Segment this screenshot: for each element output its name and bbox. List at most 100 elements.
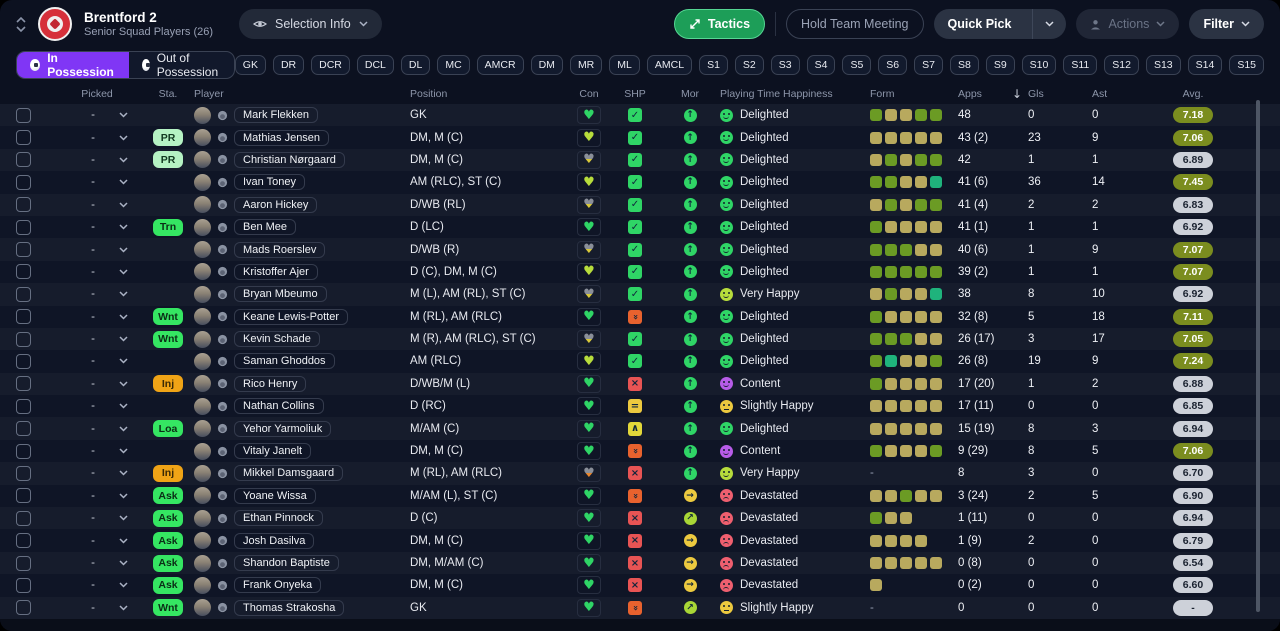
player-cell[interactable]: Josh Dasilva [194,532,410,550]
player-name[interactable]: Mathias Jensen [234,129,330,146]
position-tab-mc[interactable]: MC [437,55,470,75]
position-tab-gk[interactable]: GK [234,55,266,75]
table-row[interactable]: - Inj Rico Henry D/WB/M (L) ♥ × ↑ Content 17 (20… [0,372,1280,396]
player-name[interactable]: Yoane Wissa [234,487,316,504]
tactics-button[interactable]: Tactics [673,9,766,39]
position-tab-s15[interactable]: S15 [1229,55,1264,75]
position-tab-s10[interactable]: S10 [1021,55,1057,75]
picked-dropdown[interactable]: - [52,244,142,256]
row-checkbox[interactable] [16,600,31,616]
position-tab-dcr[interactable]: DCR [311,55,350,75]
selection-info-dropdown[interactable]: Selection Info [239,9,382,39]
picked-dropdown[interactable]: - [52,400,142,412]
position-tab-s12[interactable]: S12 [1104,55,1139,75]
player-cell[interactable]: Ethan Pinnock [194,509,410,527]
quick-pick-dropdown[interactable] [1032,9,1066,39]
row-checkbox[interactable] [16,421,31,437]
table-row[interactable]: - PR Christian Nørgaard DM, M (C) ♥ ✓ ↑ Delight… [0,148,1280,172]
col-form[interactable]: Form [870,88,958,100]
player-name[interactable]: Christian Nørgaard [234,151,345,168]
vertical-scrollbar[interactable] [1256,100,1260,612]
table-row[interactable]: - Ask Josh Dasilva DM, M (C) ♥ × → Devastated 1 … [0,529,1280,552]
row-checkbox[interactable] [16,174,31,190]
col-con[interactable]: Con [568,88,610,100]
row-checkbox[interactable] [16,309,31,325]
player-name[interactable]: Mads Roerslev [234,241,326,258]
table-row[interactable]: - Wnt Kevin Schade M (R), AM (RLC), ST (C) ♥… [0,327,1280,351]
position-tab-s14[interactable]: S14 [1187,55,1223,75]
position-tab-s11[interactable]: S11 [1063,55,1098,75]
col-picked[interactable]: Picked [52,88,142,100]
col-player[interactable]: Player [194,88,410,100]
col-gls[interactable]: Gls [1028,88,1092,100]
position-tab-s9[interactable]: S9 [985,55,1015,75]
row-checkbox[interactable] [16,286,31,302]
player-cell[interactable]: Frank Onyeka [194,576,410,594]
player-name[interactable]: Saman Ghoddos [234,353,335,370]
table-row[interactable]: - Mark Flekken GK ♥ ✓ ↑ Delighted 48 0 0 7.18 [0,104,1280,127]
picked-dropdown[interactable]: - [52,311,142,323]
col-apps[interactable]: Apps ↓ [958,87,1028,101]
table-row[interactable]: - Ask Shandon Baptiste DM, M/AM (C) ♥ × → Devas… [0,551,1280,575]
picked-dropdown[interactable]: - [52,288,142,300]
picked-dropdown[interactable]: - [52,221,142,233]
picked-dropdown[interactable]: - [52,557,142,569]
col-shp[interactable]: SHP [610,88,660,100]
row-checkbox[interactable] [16,533,31,549]
position-tab-ml[interactable]: ML [609,55,640,75]
picked-dropdown[interactable]: - [52,154,142,166]
actions-button[interactable]: Actions [1076,9,1180,39]
row-checkbox[interactable] [16,197,31,213]
picked-dropdown[interactable]: - [52,512,142,524]
player-cell[interactable]: Rico Henry [194,375,410,393]
position-tab-dl[interactable]: DL [400,55,431,75]
hold-team-meeting-button[interactable]: Hold Team Meeting [786,9,924,39]
row-checkbox[interactable] [16,510,31,526]
col-ast[interactable]: Ast [1092,88,1154,100]
position-tab-dcl[interactable]: DCL [356,55,394,75]
table-row[interactable]: - Bryan Mbeumo M (L), AM (RL), ST (C) ♥ ✓ ↑ Ve… [0,283,1280,306]
position-tab-amcl[interactable]: AMCL [646,55,693,75]
player-cell[interactable]: Mads Roerslev [194,241,410,259]
player-cell[interactable]: Saman Ghoddos [194,352,410,370]
picked-dropdown[interactable]: - [52,535,142,547]
player-cell[interactable]: Yehor Yarmoliuk [194,420,410,438]
player-name[interactable]: Aaron Hickey [234,196,318,213]
table-row[interactable]: - PR Mathias Jensen DM, M (C) ♥ ✓ ↑ Delighted 43… [0,126,1280,149]
row-checkbox[interactable] [16,331,31,347]
picked-dropdown[interactable]: - [52,266,142,278]
table-row[interactable]: - Aaron Hickey D/WB (RL) ♥ ✓ ↑ Delighted 41 (4)… [0,193,1280,216]
picked-dropdown[interactable]: - [52,176,142,188]
player-cell[interactable]: Shandon Baptiste [194,554,410,572]
position-tab-mr[interactable]: MR [569,55,603,75]
row-checkbox[interactable] [16,353,31,369]
col-sta[interactable]: Sta. [142,88,194,100]
table-row[interactable]: - Ask Frank Onyeka DM, M (C) ♥ × → Devastated 0 … [0,574,1280,597]
position-tab-s8[interactable]: S8 [949,55,979,75]
position-tab-s7[interactable]: S7 [914,55,943,75]
position-tab-s3[interactable]: S3 [770,55,800,75]
player-name[interactable]: Rico Henry [234,375,307,392]
player-name[interactable]: Kristoffer Ajer [234,263,318,280]
col-happiness[interactable]: Playing Time Happiness [720,88,870,100]
player-name[interactable]: Bryan Mbeumo [234,286,327,303]
col-avg[interactable]: Avg. [1154,88,1232,100]
player-cell[interactable]: Mikkel Damsgaard [194,464,410,482]
position-tab-s5[interactable]: S5 [842,55,872,75]
table-row[interactable]: - Saman Ghoddos AM (RLC) ♥ ✓ ↑ Delighted 26 (8)… [0,350,1280,373]
player-name[interactable]: Nathan Collins [234,398,324,415]
player-name[interactable]: Thomas Strakosha [234,599,345,616]
row-checkbox[interactable] [16,107,31,123]
row-checkbox[interactable] [16,555,31,571]
position-tab-s1[interactable]: S1 [699,55,728,75]
position-tab-s2[interactable]: S2 [734,55,764,75]
player-cell[interactable]: Ben Mee [194,218,410,236]
quick-pick-button[interactable]: Quick Pick [933,9,1067,39]
position-tab-amcr[interactable]: AMCR [476,55,524,75]
picked-dropdown[interactable]: - [52,579,142,591]
player-name[interactable]: Ethan Pinnock [234,510,323,527]
position-tab-s4[interactable]: S4 [806,55,836,75]
player-cell[interactable]: Vitaly Janelt [194,442,410,460]
position-tab-dm[interactable]: DM [530,55,563,75]
row-checkbox[interactable] [16,488,31,504]
